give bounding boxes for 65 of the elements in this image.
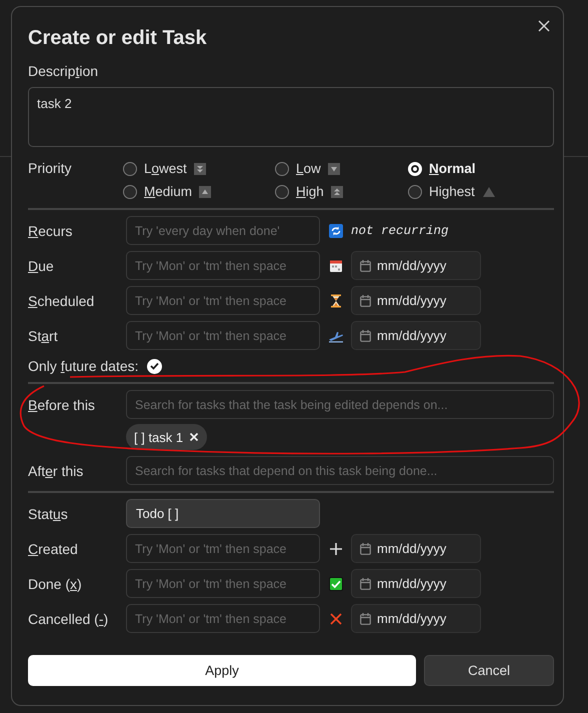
checkbox-label: Only future dates: [28, 358, 139, 374]
date-field[interactable]: mm/dd/yyyy [351, 604, 481, 633]
option-label: Lowest [144, 161, 187, 176]
text-field[interactable]: Try 'Mon' or 'tm' then space [126, 251, 320, 280]
field-label: Cancelled (-) [28, 610, 108, 626]
field-label: Before this [28, 396, 95, 412]
calendar-icon [360, 578, 371, 590]
field-label: Description [28, 62, 98, 81]
search-field[interactable]: Search for tasks that depend on this task being done... [126, 456, 554, 485]
field-label: Status [28, 506, 68, 522]
triangle-icon [482, 186, 496, 198]
field-label: Recurs [28, 222, 72, 238]
option-label: Normal [429, 161, 476, 176]
remove-button[interactable] [189, 432, 200, 442]
search-field[interactable]: Search for tasks that the task being edited depends on... [126, 390, 554, 419]
repeat-icon [328, 224, 342, 238]
radio-button[interactable] [275, 162, 289, 176]
radio-button[interactable] [408, 184, 422, 198]
checkbox[interactable] [146, 358, 162, 374]
calendar-icon [360, 294, 371, 306]
dialog-title: Create or edit Task [28, 26, 207, 51]
status-dropdown[interactable]: Todo [ ] [126, 499, 320, 528]
cancel-button[interactable]: Cancel [424, 655, 554, 686]
double-up-arrow-icon [330, 186, 343, 198]
cross-icon [328, 612, 342, 626]
recurrence-text: not recurring [351, 224, 449, 238]
field-label: After this [28, 462, 84, 478]
text-field[interactable]: Try 'Mon' or 'tm' then space [126, 321, 320, 350]
option-label: Medium [144, 184, 192, 199]
text-field[interactable]: Try 'every day when done' [126, 216, 320, 245]
apply-button[interactable]: Apply [28, 655, 416, 686]
date-field[interactable]: mm/dd/yyyy [351, 321, 481, 350]
calendar-icon [360, 260, 371, 272]
priority-label: Priority [28, 159, 72, 178]
check-icon [328, 576, 342, 590]
calendar-icon [328, 258, 342, 272]
calendar-icon [360, 612, 371, 624]
field-label: Start [28, 328, 58, 344]
check-icon [150, 362, 159, 370]
text-field[interactable]: Try 'Mon' or 'tm' then space [126, 534, 320, 563]
hourglass-icon [330, 294, 342, 308]
date-field[interactable]: mm/dd/yyyy [351, 569, 481, 598]
description-field[interactable]: task 2 [28, 87, 554, 147]
chip-label: [ ] task 1 [134, 430, 184, 444]
text-field[interactable]: Try 'Mon' or 'tm' then space [126, 286, 320, 315]
field-label: Scheduled [28, 292, 94, 308]
close-button[interactable] [536, 18, 552, 34]
plus-icon [328, 542, 342, 556]
field-label: Done (x) [28, 576, 82, 592]
calendar-icon [360, 542, 371, 554]
radio-button[interactable] [123, 184, 137, 198]
text-field[interactable]: Try 'Mon' or 'tm' then space [126, 569, 320, 598]
option-label: Highest [429, 184, 475, 199]
double-down-arrow-icon [194, 162, 206, 174]
field-label: Due [28, 258, 54, 274]
date-field[interactable]: mm/dd/yyyy [351, 534, 481, 563]
radio-button[interactable] [123, 162, 137, 176]
date-field[interactable]: mm/dd/yyyy [351, 286, 481, 315]
option-label: High [296, 184, 324, 199]
text-field[interactable]: Try 'Mon' or 'tm' then space [126, 604, 320, 633]
date-field[interactable]: mm/dd/yyyy [351, 251, 481, 280]
option-label: Low [296, 161, 321, 176]
field-label: Created [28, 540, 78, 556]
radio-button[interactable] [275, 184, 289, 198]
calendar-icon [360, 330, 371, 342]
